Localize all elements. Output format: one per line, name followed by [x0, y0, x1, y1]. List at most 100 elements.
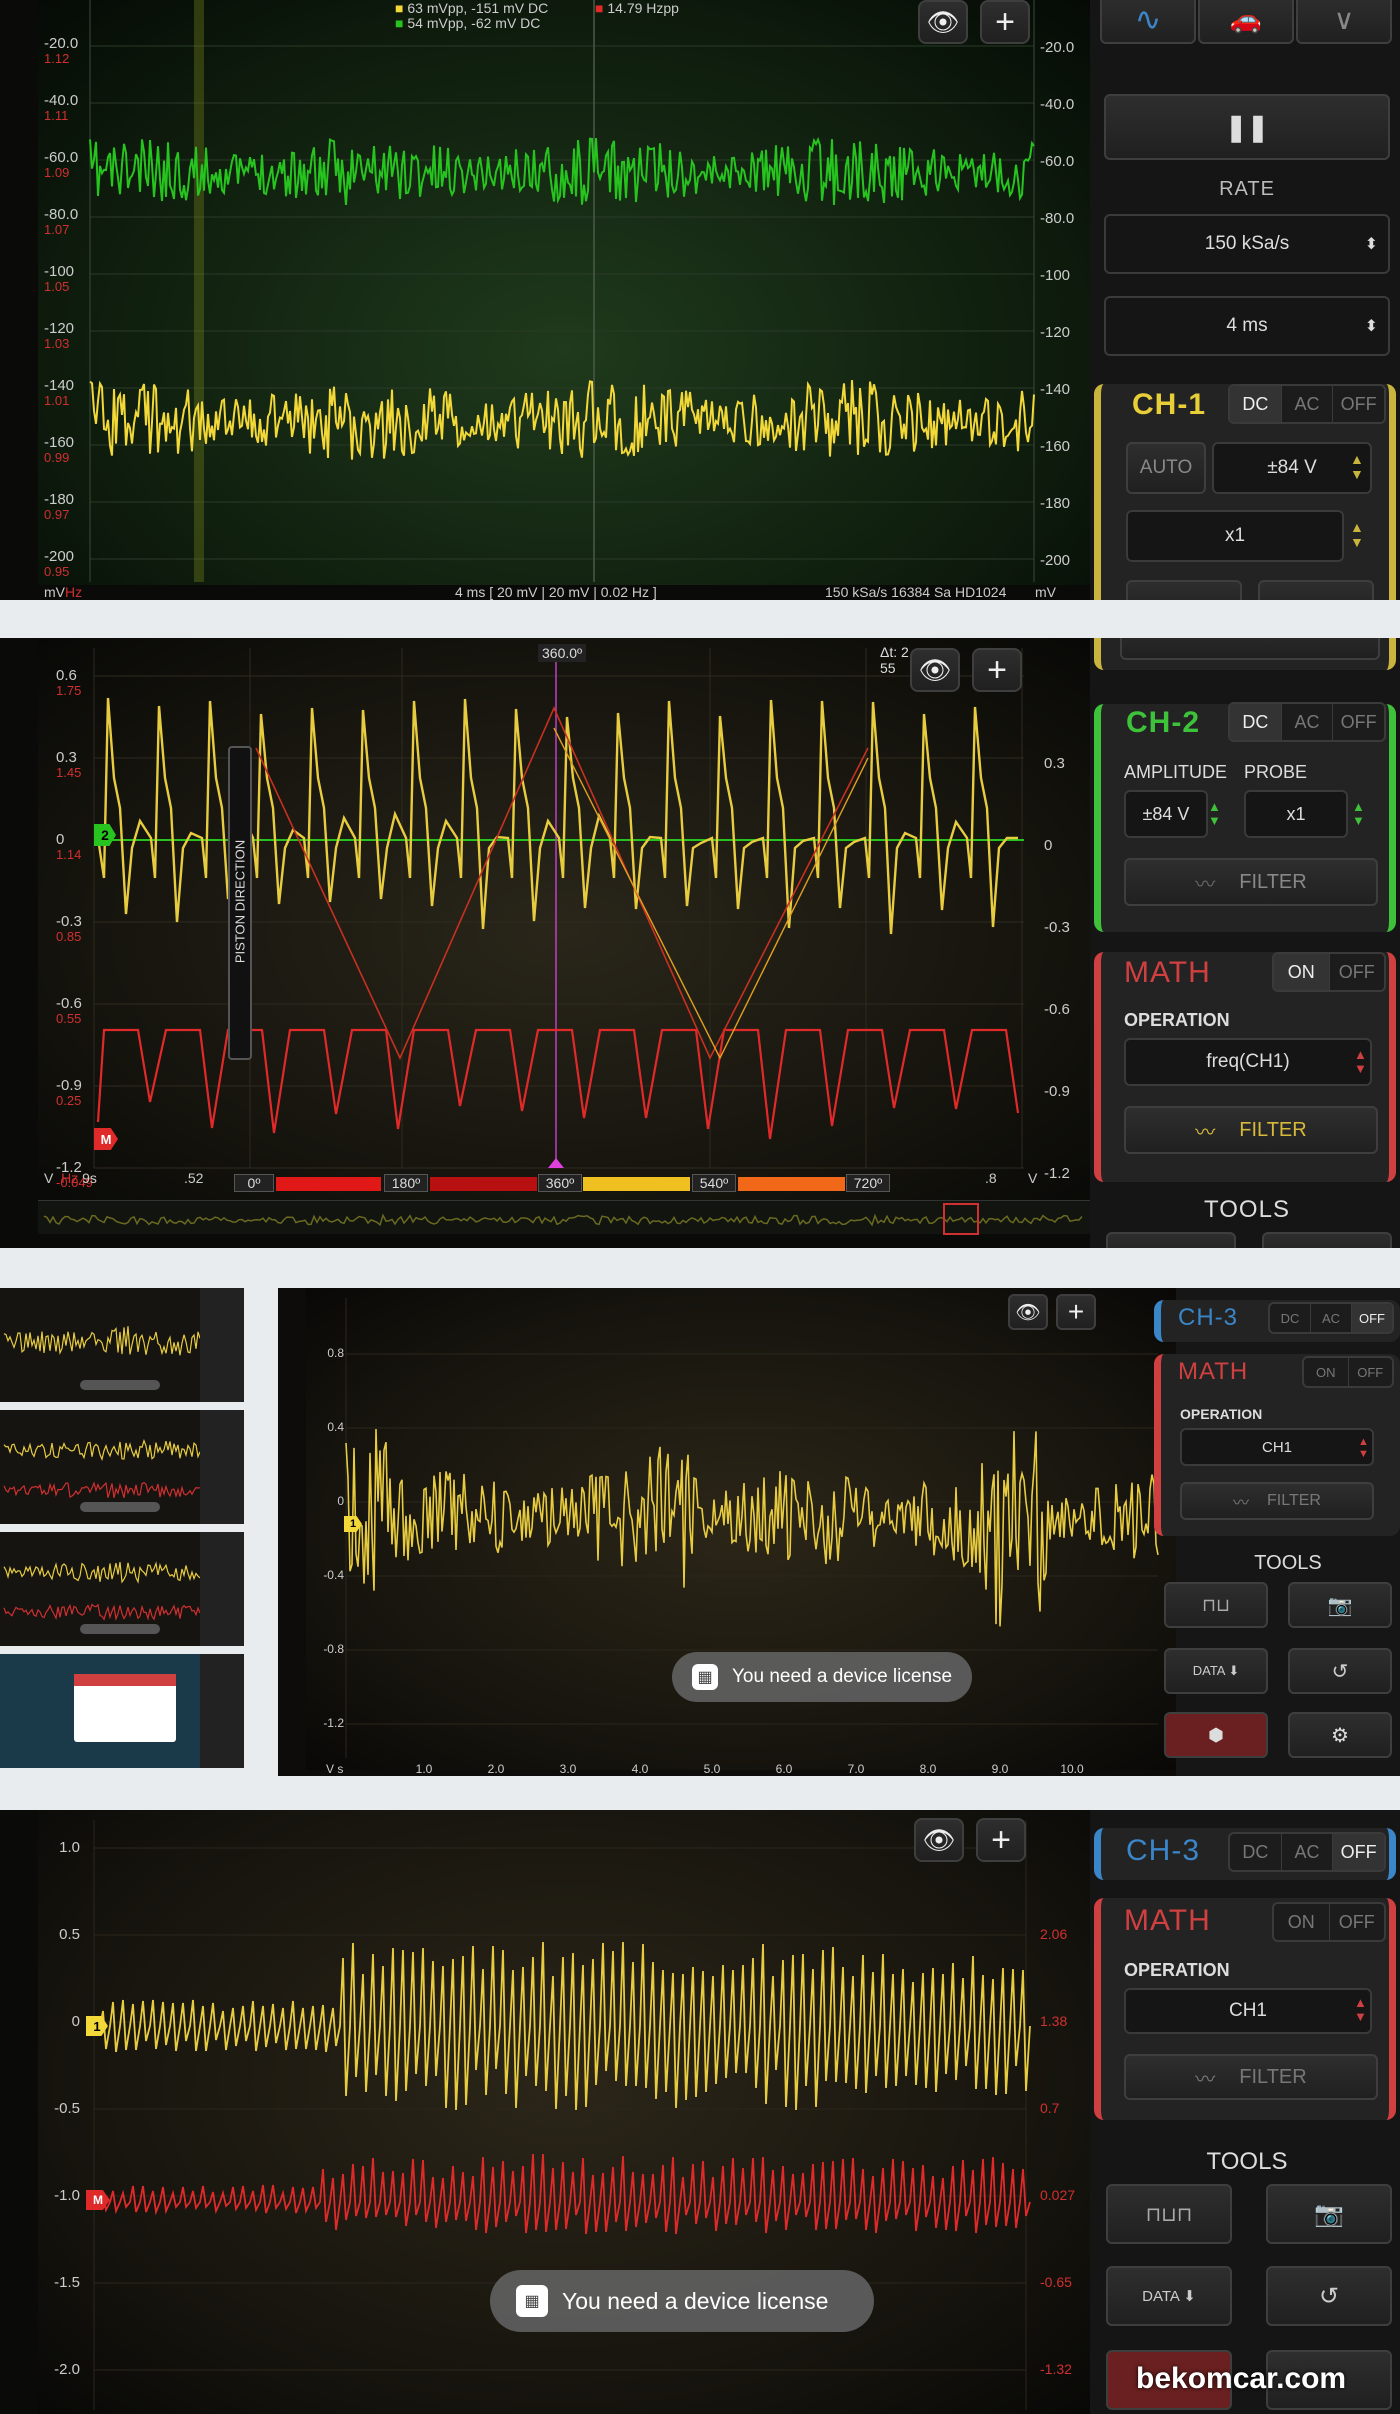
thumbnail[interactable]: [0, 1288, 244, 1402]
ch1-probe-select[interactable]: x1: [1126, 510, 1344, 562]
tool-data-button-4[interactable]: DATA ⬇: [1106, 2266, 1232, 2326]
eye-button[interactable]: 👁: [1008, 1294, 1048, 1330]
ch3-dc[interactable]: DC: [1270, 1304, 1311, 1332]
thumbnail-preview: [3, 1532, 244, 1646]
thumbnail[interactable]: [0, 1410, 244, 1524]
math-off-3[interactable]: OFF: [1349, 1358, 1393, 1386]
tool-settings-button[interactable]: ⚙: [1288, 1712, 1392, 1758]
eye-button[interactable]: 👁: [910, 648, 960, 692]
chevron-button[interactable]: ∨: [1296, 0, 1392, 44]
ch1-ac[interactable]: AC: [1282, 386, 1334, 422]
x-axis-label: 1.0: [415, 1762, 433, 1776]
math-filter-button-3[interactable]: 〰 FILTER: [1180, 1482, 1374, 1520]
math-on[interactable]: ON: [1274, 954, 1330, 990]
filter-wave-icon: 〰: [1195, 2068, 1216, 2091]
ch1-cursor-button[interactable]: [1258, 580, 1374, 600]
add-button[interactable]: +: [980, 0, 1030, 44]
axis-label: -80.0 1.07: [44, 206, 79, 237]
ch1-auto-button[interactable]: AUTO: [1126, 442, 1206, 494]
timebase-select[interactable]: 4 ms ⬍: [1104, 296, 1390, 356]
pause-button[interactable]: ❚❚: [1104, 94, 1390, 160]
tool-license-button[interactable]: ⬢: [1164, 1712, 1268, 1758]
axis-label: -40.0 1.11: [44, 92, 79, 123]
math-off-4[interactable]: OFF: [1330, 1904, 1385, 1940]
ch3-ac[interactable]: AC: [1311, 1304, 1352, 1332]
ch1-dc[interactable]: DC: [1230, 386, 1282, 422]
math-op-stepper[interactable]: ▲ ▼: [1354, 1048, 1367, 1076]
eye-button[interactable]: 👁: [914, 1818, 964, 1862]
math-operation-select-4[interactable]: CH1: [1124, 1988, 1372, 2034]
ch1-range-select[interactable]: ±84 V: [1212, 442, 1372, 494]
thumbnail[interactable]: [0, 1532, 244, 1646]
thumbnail[interactable]: [0, 1654, 244, 1768]
legend-math: ■ 14.79 Hzpp: [595, 0, 679, 16]
axis-label: 0.5: [59, 1926, 80, 1943]
math-filter-button[interactable]: 〰 FILTER: [1124, 1106, 1378, 1154]
tool-camera-button-4[interactable]: 📷: [1266, 2184, 1392, 2244]
ch2-probe-stepper[interactable]: ▲ ▼: [1352, 800, 1365, 828]
math-state-4[interactable]: ON OFF: [1272, 1902, 1386, 1942]
ch3-dc-4[interactable]: DC: [1230, 1834, 1282, 1870]
math-operation-select-3[interactable]: CH1: [1180, 1428, 1374, 1466]
tool-history-button-4[interactable]: ↺: [1266, 2266, 1392, 2326]
ch2-probe-select[interactable]: x1: [1244, 790, 1348, 838]
tool-data-button[interactable]: DATA ⬇: [1164, 1648, 1268, 1694]
car-mode-button[interactable]: 🚗: [1198, 0, 1294, 44]
ch1-off[interactable]: OFF: [1333, 386, 1384, 422]
thumb-sidebar: [200, 1288, 244, 1402]
tool-camera-button[interactable]: 📷: [1288, 1582, 1392, 1628]
ch2-filter-button[interactable]: 〰 FILTER: [1124, 858, 1378, 906]
ch2-coupling[interactable]: DC AC OFF: [1228, 702, 1386, 742]
axis-label: -60.0: [1040, 153, 1075, 170]
tool-waveform-button[interactable]: ⊓⊔: [1164, 1582, 1268, 1628]
ch1-probe-stepper[interactable]: ▲ ▼: [1350, 520, 1364, 550]
axis-label: 2.06: [1040, 1926, 1068, 1942]
axis-label: -1.32: [1040, 2361, 1072, 2377]
ch2-dc[interactable]: DC: [1230, 704, 1282, 740]
ch2-ac[interactable]: AC: [1282, 704, 1334, 740]
ch1-range-stepper[interactable]: ▲ ▼: [1350, 452, 1364, 482]
tool-button-partial-2[interactable]: [1262, 1232, 1392, 1248]
math-op-stepper-3[interactable]: ▲ ▼: [1358, 1436, 1369, 1460]
tool-history-button[interactable]: ↺: [1288, 1648, 1392, 1694]
math-off[interactable]: OFF: [1330, 954, 1385, 990]
axis-label: -160: [1040, 438, 1071, 455]
thumb-sidebar: [200, 1532, 244, 1646]
ch3-off[interactable]: OFF: [1352, 1304, 1392, 1332]
axis-label: 1.0: [59, 1839, 80, 1856]
ch1-trig-button[interactable]: [1126, 580, 1242, 600]
add-button[interactable]: +: [976, 1818, 1026, 1862]
thumb-sidebar: [200, 1410, 244, 1524]
thumb-trace: [3, 1561, 201, 1584]
tool-waveform-button-4[interactable]: ⊓⊔⊓: [1106, 2184, 1232, 2244]
thumb-trace: [3, 1438, 201, 1462]
math-on-3[interactable]: ON: [1304, 1358, 1349, 1386]
math-state[interactable]: ON OFF: [1272, 952, 1386, 992]
math-filter-button-4[interactable]: 〰 FILTER: [1124, 2054, 1378, 2100]
ch2-range-stepper[interactable]: ▲ ▼: [1208, 800, 1221, 828]
axis-label: -0.5: [54, 2100, 80, 2117]
axis-label: -160 0.99: [44, 434, 75, 465]
ch1-trace: [99, 1941, 1031, 2111]
rate-select[interactable]: 150 kSa/s ⬍: [1104, 214, 1390, 274]
wave-mode-button[interactable]: ∿: [1100, 0, 1196, 44]
ch2-trace: [89, 136, 1035, 206]
ch3-coupling[interactable]: DC AC OFF: [1268, 1302, 1394, 1334]
eye-button[interactable]: 👁: [918, 0, 968, 44]
ch2-off[interactable]: OFF: [1333, 704, 1384, 740]
math-op-stepper-4[interactable]: ▲ ▼: [1354, 1996, 1367, 2024]
filter-button-partial[interactable]: [1120, 638, 1380, 660]
thumbnail-strip: [0, 1288, 244, 1776]
tool-button-partial-1[interactable]: [1106, 1232, 1236, 1248]
plus-icon: +: [987, 650, 1007, 689]
ch3-off-4[interactable]: OFF: [1333, 1834, 1384, 1870]
math-state-3[interactable]: ON OFF: [1302, 1356, 1394, 1388]
add-button[interactable]: +: [972, 648, 1022, 692]
math-operation-select[interactable]: freq(CH1): [1124, 1038, 1372, 1086]
add-button[interactable]: +: [1056, 1294, 1096, 1330]
ch3-ac-4[interactable]: AC: [1282, 1834, 1334, 1870]
ch2-range-select[interactable]: ±84 V: [1124, 790, 1208, 838]
math-on-4[interactable]: ON: [1274, 1904, 1330, 1940]
ch1-coupling[interactable]: DC AC OFF: [1228, 384, 1386, 424]
ch3-coupling-4[interactable]: DC AC OFF: [1228, 1832, 1386, 1872]
